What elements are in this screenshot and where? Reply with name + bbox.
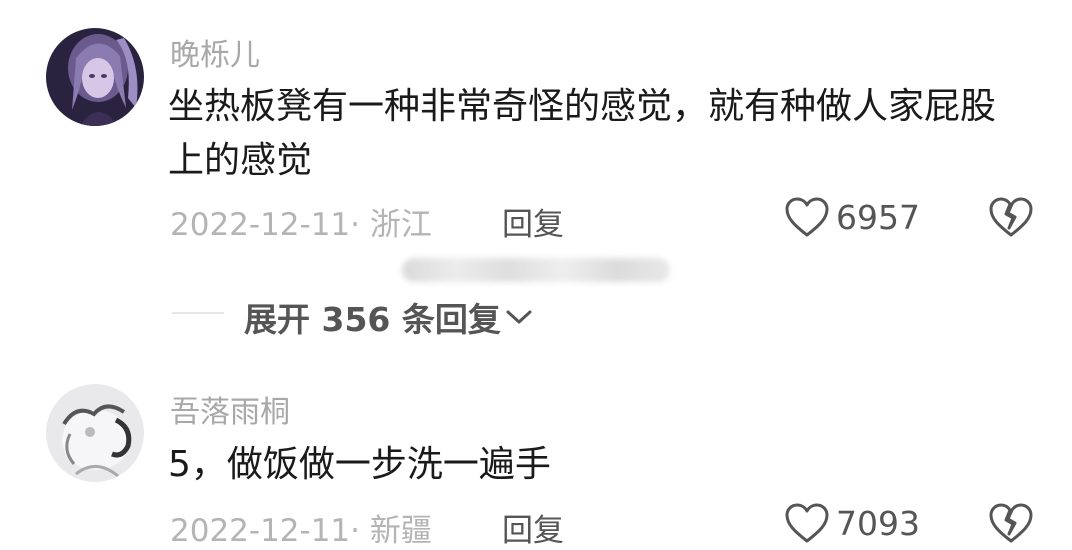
comment-text: 5，做饭做一步洗一遍手 (168, 444, 551, 485)
comment-username[interactable]: 吾落雨桐 (170, 387, 290, 431)
reply-button[interactable]: 回复 (502, 505, 564, 550)
heart-icon (785, 503, 829, 543)
comment-date-location: 2022-12-11· 新疆 (170, 513, 432, 549)
user-avatar[interactable] (46, 384, 144, 482)
broken-heart-icon (989, 503, 1033, 543)
dislike-button[interactable] (988, 502, 1034, 548)
like-button[interactable]: 7093 (784, 502, 920, 544)
sketch-avatar-icon (46, 384, 144, 482)
like-count: 7093 (836, 503, 920, 543)
comment-item: 吾落雨桐 5，做饭做一步洗一遍手 2022-12-11· 新疆 回复 7093 (0, 0, 1072, 549)
